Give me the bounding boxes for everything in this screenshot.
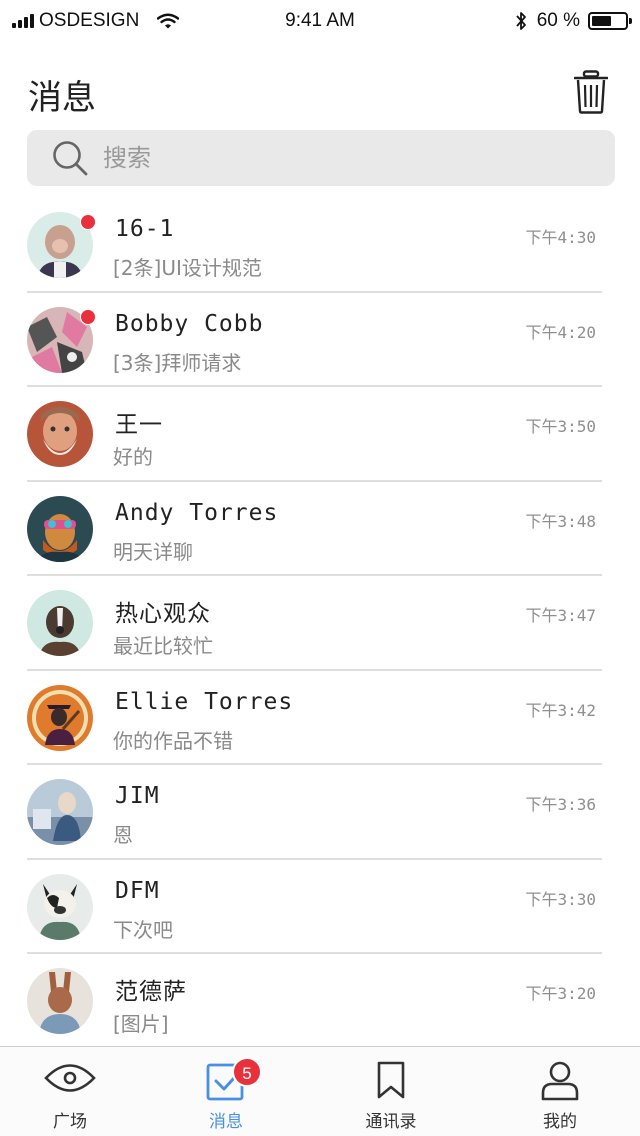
contact-name: 热心观众	[115, 601, 211, 627]
tab-square[interactable]: 广场	[10, 1047, 130, 1136]
unread-count-badge: 5	[232, 1057, 262, 1087]
battery-tip	[629, 18, 632, 24]
unread-badge	[80, 214, 96, 230]
message-time: 下午3:48	[525, 511, 596, 531]
tab-label: 广场	[53, 1112, 87, 1132]
unread-badge	[80, 308, 96, 325]
avatar[interactable]	[27, 779, 93, 845]
contact-name: 范德萨	[115, 979, 187, 1005]
message-preview: 最近比较忙	[113, 634, 213, 658]
eye-icon	[44, 1064, 96, 1092]
tab-label: 消息	[209, 1112, 243, 1132]
avatar[interactable]	[27, 873, 93, 940]
search-bar[interactable]	[27, 130, 615, 186]
avatar[interactable]	[27, 495, 93, 562]
message-preview: 好的	[113, 445, 153, 469]
message-time: 下午3:30	[525, 889, 596, 909]
page-title: 消息	[28, 78, 96, 118]
message-time: 下午4:20	[525, 322, 596, 342]
avatar[interactable]	[27, 968, 93, 1034]
message-time: 下午3:36	[525, 795, 596, 814]
avatar[interactable]	[27, 684, 93, 751]
search-input[interactable]	[103, 144, 543, 172]
message-time: 下午3:47	[525, 606, 596, 625]
tab-bar: 广场 5 消息 通讯录 我的	[0, 1046, 640, 1136]
conversation-item[interactable]: 王一 好的 下午3:50	[0, 387, 640, 482]
conversation-item[interactable]: JIM 恩 下午3:36	[0, 765, 640, 860]
bookmark-icon	[377, 1061, 405, 1099]
contact-name: Ellie Torres	[115, 688, 294, 715]
message-preview: 下次吧	[113, 917, 173, 942]
battery-level	[592, 16, 611, 26]
user-icon	[541, 1061, 579, 1101]
tab-contacts[interactable]: 通讯录	[331, 1047, 451, 1136]
message-preview: 你的作品不错	[113, 728, 233, 753]
contact-name: 16-1	[115, 216, 175, 242]
message-time: 下午3:20	[525, 984, 596, 1003]
battery-percent: 60 %	[536, 10, 580, 31]
conversation-list: 16-1 [2条]UI设计规范 下午4:30 Bobby Cobb [3条]拜师…	[0, 198, 640, 1049]
tab-label: 我的	[543, 1112, 577, 1132]
tab-messages[interactable]: 5 消息	[166, 1047, 286, 1136]
conversation-item[interactable]: Bobby Cobb [3条]拜师请求 下午4:20	[0, 293, 640, 387]
message-preview: 恩	[113, 823, 133, 847]
conversation-item[interactable]: 热心观众 最近比较忙 下午3:47	[0, 576, 640, 671]
conversation-item[interactable]: Andy Torres 明天详聊 下午3:48	[0, 482, 640, 576]
message-time: 下午3:42	[525, 700, 596, 720]
message-preview: 明天详聊	[113, 539, 193, 564]
conversation-item[interactable]: DFM 下次吧 下午3:30	[0, 860, 640, 954]
contact-name: 王一	[115, 412, 163, 438]
battery-icon	[588, 12, 632, 30]
message-time: 下午4:30	[525, 228, 596, 247]
tab-me[interactable]: 我的	[500, 1047, 620, 1136]
message-time: 下午3:50	[525, 417, 596, 436]
message-preview: [2条]UI设计规范	[113, 256, 262, 280]
contact-name: DFM	[115, 877, 160, 904]
conversation-item[interactable]: 范德萨 [图片] 下午3:20	[0, 954, 640, 1049]
conversation-item[interactable]: 16-1 [2条]UI设计规范 下午4:30	[0, 198, 640, 293]
trash-icon[interactable]	[574, 70, 608, 114]
contact-name: JIM	[115, 783, 160, 809]
status-bar: OSDESIGN 9:41 AM 60 %	[0, 0, 640, 44]
message-preview: [图片]	[113, 1012, 169, 1036]
contact-name: Andy Torres	[115, 499, 279, 526]
contact-name: Bobby Cobb	[115, 310, 264, 337]
avatar[interactable]	[27, 590, 93, 656]
tab-label: 通讯录	[365, 1112, 417, 1132]
avatar[interactable]	[27, 401, 93, 467]
status-right: 60 %	[515, 10, 632, 32]
conversation-item[interactable]: Ellie Torres 你的作品不错 下午3:42	[0, 671, 640, 765]
message-preview: [3条]拜师请求	[113, 350, 242, 375]
bluetooth-icon	[516, 12, 526, 30]
search-icon	[53, 141, 88, 176]
